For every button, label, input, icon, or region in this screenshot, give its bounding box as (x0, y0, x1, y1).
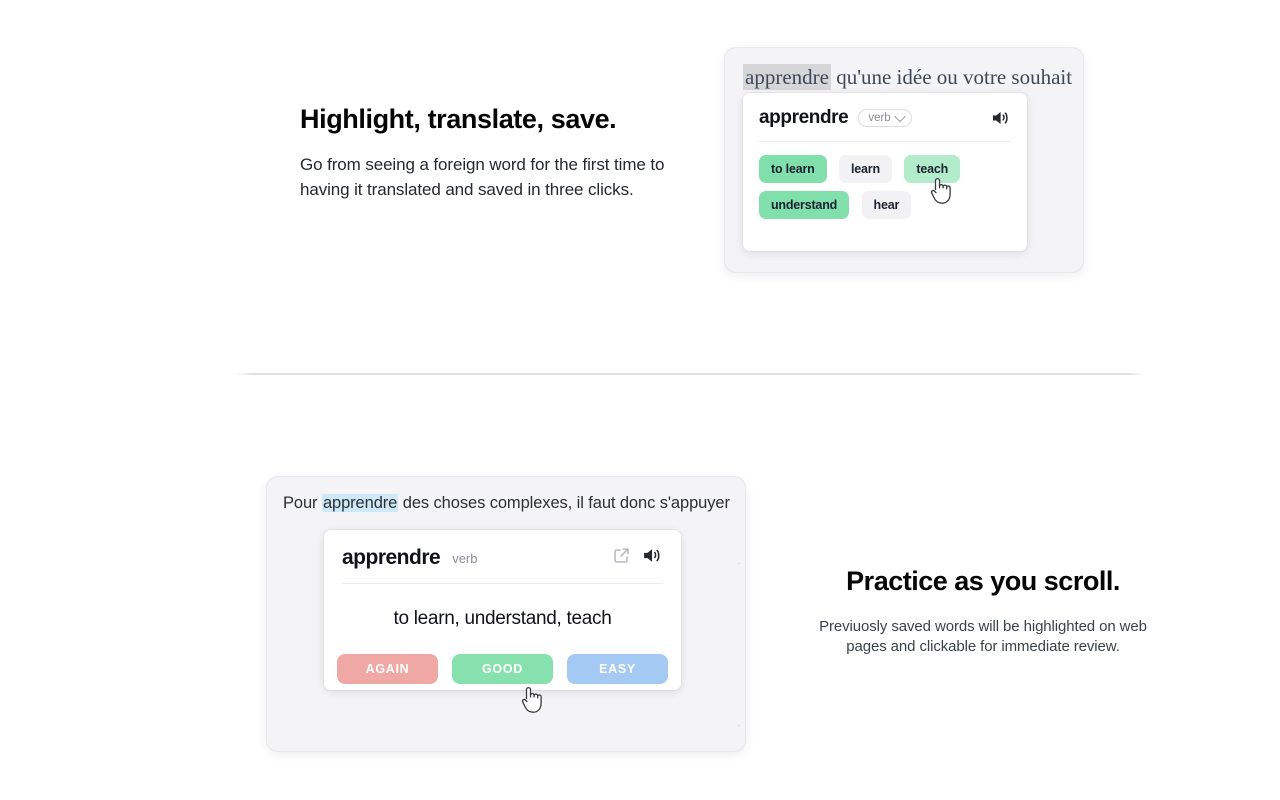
rate-again-button[interactable]: AGAIN (337, 654, 438, 684)
review-popup: apprendre verb to learn, understand, tea… (324, 530, 681, 690)
clipped-text-fragment: . (738, 721, 740, 728)
selected-word-highlight[interactable]: apprendre (743, 64, 831, 90)
section-one-headline: Highlight, translate, save. (300, 104, 617, 134)
background-text-before: Pour (283, 494, 322, 512)
background-text-after: des choses complexes, il faut donc s'app… (398, 494, 730, 512)
translation-chip[interactable]: to learn (759, 155, 827, 183)
translation-chip-list: to learn learn teach understand hear (743, 142, 1027, 227)
review-popup-header: apprendre verb (324, 530, 681, 570)
popup-word: apprendre (759, 107, 849, 128)
chevron-down-icon (894, 110, 906, 123)
background-page-text-rest: qu'une idée ou votre souhait (830, 65, 1073, 89)
popup-word: apprendre (342, 546, 441, 569)
rating-button-row: AGAIN GOOD EASY (324, 654, 681, 684)
section-one-body: Go from seeing a foreign word for the fi… (300, 155, 665, 200)
external-link-icon[interactable] (613, 547, 630, 569)
translation-chip[interactable]: teach (904, 155, 961, 183)
highlight-translate-screenshot: apprendre qu'une idée ou votre souhait a… (724, 47, 1084, 273)
part-of-speech-label: verb (452, 550, 478, 566)
popup-actions (613, 546, 663, 570)
popup-divider (342, 583, 663, 584)
section-two-headline: Practice as you scroll. (846, 566, 1120, 596)
section-two-copy: Practice as you scroll. Previuosly saved… (800, 566, 1166, 656)
section-one-copy: Highlight, translate, save. Go from seei… (300, 103, 700, 203)
section-divider (0, 373, 1280, 375)
practice-as-you-scroll-screenshot: Pour apprendre des choses complexes, il … (266, 476, 746, 752)
translation-chip[interactable]: hear (861, 191, 912, 219)
translation-popup: apprendre verb to learn learn teach unde… (743, 93, 1027, 251)
popup-header: apprendre verb (743, 93, 1027, 129)
clipped-text-fragment: . (738, 559, 740, 566)
part-of-speech-label: verb (868, 112, 891, 124)
background-page-text: Pour apprendre des choses complexes, il … (283, 494, 730, 513)
section-two-body: Previuosly saved words will be highlight… (819, 618, 1147, 655)
word-meaning: to learn, understand, teach (393, 608, 612, 629)
rate-easy-button[interactable]: EASY (567, 654, 668, 684)
rate-good-button[interactable]: GOOD (452, 654, 553, 684)
translation-chip[interactable]: learn (839, 155, 892, 183)
background-page-text: apprendre qu'une idée ou votre souhait (743, 64, 1073, 90)
speaker-icon[interactable] (991, 109, 1011, 127)
translation-chip[interactable]: understand (759, 191, 850, 219)
landing-page: Highlight, translate, save. Go from seei… (0, 0, 1280, 800)
speaker-icon[interactable] (642, 546, 663, 570)
saved-word-highlight[interactable]: apprendre (321, 494, 399, 512)
part-of-speech-dropdown[interactable]: verb (858, 109, 912, 127)
